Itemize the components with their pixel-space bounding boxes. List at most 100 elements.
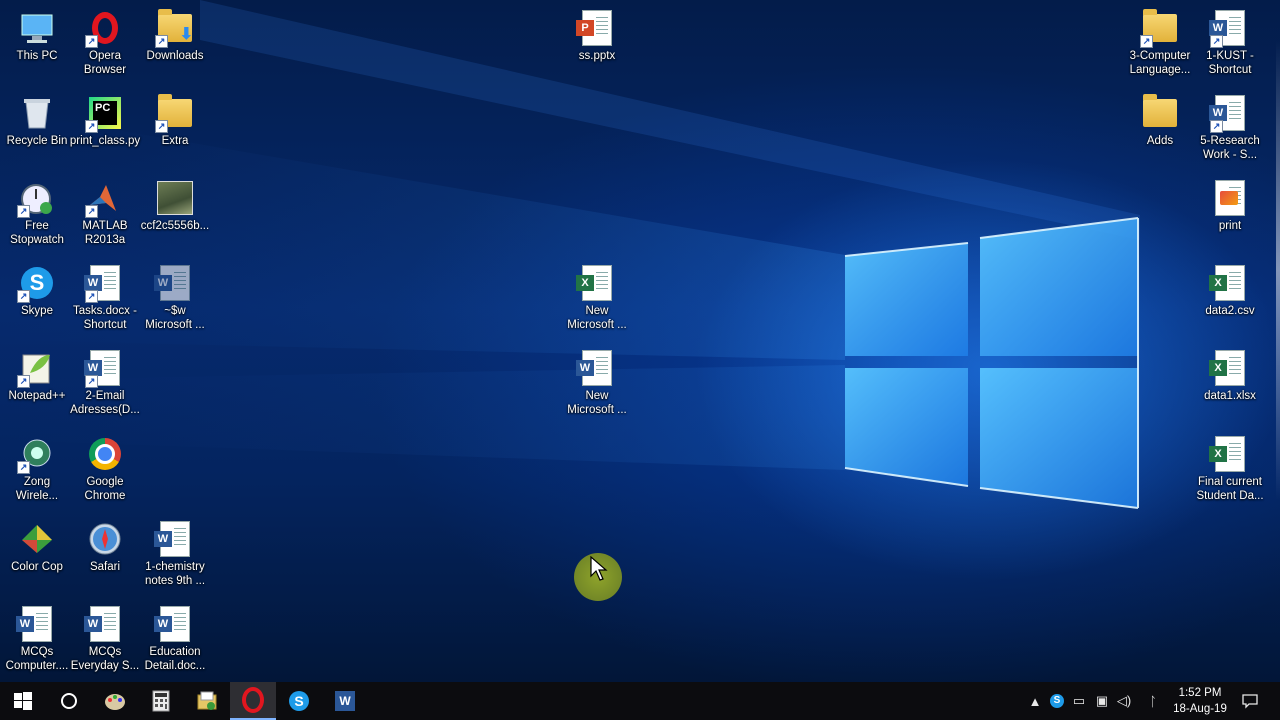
icon-label: MCQs Computer.... (5, 646, 69, 672)
desktop-icon-new-excel[interactable]: X New Microsoft ... (560, 259, 634, 341)
desktop-icon-ccf-image[interactable]: ccf2c5556b... (138, 174, 212, 256)
desktop-icon-print[interactable]: print (1193, 174, 1267, 256)
shortcut-arrow-icon: ↗ (17, 375, 30, 388)
taskbar-skype-app[interactable]: S (276, 682, 322, 720)
taskbar: S W ▲ S ▭ ▣ ◁) ᛚ 1:52 PM 18-Aug-19 (0, 682, 1280, 720)
icon-label: Safari (89, 561, 121, 573)
word-document-icon: W (16, 606, 55, 642)
desktop-icon-google-chrome[interactable]: Google Chrome (68, 430, 142, 512)
start-button[interactable] (0, 682, 46, 720)
icon-label: Color Cop (11, 561, 63, 573)
windows-start-icon (14, 692, 32, 710)
icon-label: print (1218, 220, 1242, 232)
desktop-icon-computer-language[interactable]: ↗ 3-Computer Language... (1123, 4, 1197, 86)
shortcut-arrow-icon: ↗ (17, 205, 30, 218)
desktop-icon-downloads[interactable]: ⬇ ↗ Downloads (138, 4, 212, 86)
notepadpp-icon: ↗ (17, 350, 55, 388)
icon-label: New Microsoft ... (567, 390, 627, 416)
opera-icon (242, 687, 264, 713)
word-document-icon: W ↗ (84, 350, 123, 388)
shortcut-arrow-icon: ↗ (85, 290, 98, 303)
excel-document-icon: X (1209, 436, 1248, 472)
desktop-icon-education-detail[interactable]: W Education Detail.doc... (138, 600, 212, 682)
taskbar-file-manager-app[interactable] (184, 682, 230, 720)
desktop-icon-free-stopwatch[interactable]: ↗ Free Stopwatch (0, 174, 74, 256)
desktop-icon-skype[interactable]: S ↗ Skype (0, 259, 74, 341)
desktop-icon-opera[interactable]: ↗ Opera Browser (68, 4, 142, 86)
folder-icon: ↗ (155, 94, 193, 133)
desktop-icon-data1-xlsx[interactable]: X data1.xlsx (1193, 344, 1267, 426)
desktop-icon-tmp-word[interactable]: W ~$w Microsoft ... (138, 259, 212, 341)
shortcut-arrow-icon: ↗ (85, 375, 98, 388)
desktop-icon-tasks-docx[interactable]: W ↗ Tasks.docx - Shortcut (68, 259, 142, 341)
icon-label: MATLAB R2013a (82, 220, 128, 246)
desktop-icon-data2-csv[interactable]: X data2.csv (1193, 259, 1267, 341)
folder-icon (1142, 94, 1178, 131)
word-document-icon: W (154, 521, 193, 557)
stopwatch-icon: ↗ (17, 180, 55, 218)
taskbar-opera-app[interactable] (230, 682, 276, 720)
powerpoint-document-icon: P (576, 10, 615, 46)
icon-label: Tasks.docx - Shortcut (73, 305, 137, 331)
icon-label: Adds (1146, 135, 1174, 147)
word-document-icon: W ↗ (84, 265, 123, 303)
desktop-icon-extra[interactable]: ↗ Extra (138, 89, 212, 171)
taskbar-calculator-app[interactable] (138, 682, 184, 720)
icon-label: ss.pptx (578, 50, 616, 62)
taskbar-paint-app[interactable] (92, 682, 138, 720)
icon-label: data1.xlsx (1204, 390, 1256, 402)
tray-skype-icon[interactable]: S (1048, 692, 1066, 710)
safari-icon (87, 521, 123, 557)
chrome-icon (87, 436, 123, 472)
shortcut-arrow-icon: ↗ (85, 35, 98, 48)
desktop-icon-notepadpp[interactable]: ↗ Notepad++ (0, 344, 74, 426)
desktop-icon-research-work[interactable]: W ↗ 5-Research Work - S... (1193, 89, 1267, 171)
icon-label: Free Stopwatch (10, 220, 64, 246)
desktop-icon-mcqs-computer[interactable]: W MCQs Computer.... (0, 600, 74, 682)
desktop-icon-zong[interactable]: ↗ Zong Wirele... (0, 430, 74, 512)
icon-label: Skype (21, 305, 53, 317)
system-clock[interactable]: 1:52 PM 18-Aug-19 (1166, 685, 1234, 717)
cortana-circle-icon (61, 693, 77, 709)
down-arrow-icon: ⬇ (179, 26, 193, 43)
shortcut-arrow-icon: ↗ (17, 290, 30, 303)
input-language-icon[interactable]: ᛚ (1144, 692, 1162, 710)
word-document-icon: W ↗ (1209, 95, 1248, 133)
desktop-icon-safari[interactable]: Safari (68, 515, 142, 597)
battery-power-icon[interactable]: ▭ (1070, 692, 1088, 710)
recycle-bin-icon (19, 95, 55, 131)
desktop-icon-ss-pptx[interactable]: P ss.pptx (560, 4, 634, 86)
desktop-icon-email-addresses[interactable]: W ↗ 2-Email Adresses(D... (68, 344, 142, 426)
shortcut-arrow-icon: ↗ (1210, 120, 1223, 133)
icon-label: Final current Student Da... (1196, 476, 1264, 502)
desktop-icon-kust[interactable]: W ↗ 1-KUST - Shortcut (1193, 4, 1267, 86)
taskbar-word-app[interactable]: W (322, 682, 368, 720)
show-hidden-icons-chevron-up-icon[interactable]: ▲ (1026, 692, 1044, 710)
icon-label: Recycle Bin (6, 135, 68, 147)
paint-palette-icon (105, 694, 125, 710)
desktop-icon-new-word[interactable]: W New Microsoft ... (560, 344, 634, 426)
downloads-folder-icon: ⬇ ↗ (155, 9, 193, 48)
icon-label: 5-Research Work - S... (1200, 135, 1260, 161)
cortana-button[interactable] (46, 682, 92, 720)
desktop-icon-matlab[interactable]: ↗ MATLAB R2013a (68, 174, 142, 256)
desktop-icon-this-pc[interactable]: This PC (0, 4, 74, 86)
desktop-icon-chemistry-notes[interactable]: W 1-chemistry notes 9th ... (138, 515, 212, 597)
desktop-icon-color-cop[interactable]: Color Cop (0, 515, 74, 597)
desktop-icon-mcqs-everyday[interactable]: W MCQs Everyday S... (68, 600, 142, 682)
desktop-icon-adds[interactable]: Adds (1123, 89, 1197, 171)
word-icon: W (335, 691, 355, 711)
desktop-icon-print-class-py[interactable]: PC ↗ print_class.py (68, 89, 142, 171)
shortcut-arrow-icon: ↗ (17, 461, 30, 474)
desktop-icon-final-current[interactable]: X Final current Student Da... (1193, 430, 1267, 512)
network-icon[interactable]: ▣ (1093, 692, 1111, 710)
desktop-icon-recycle-bin[interactable]: Recycle Bin (0, 89, 74, 171)
word-document-icon: W (576, 350, 615, 386)
icon-label: ccf2c5556b... (140, 220, 210, 232)
desktop[interactable]: This PC Recycle Bin ↗ Free Stopwatch S ↗… (0, 0, 1280, 682)
clock-time: 1:52 PM (1178, 687, 1222, 699)
action-center-notifications-icon[interactable] (1241, 692, 1259, 710)
word-document-icon: W (154, 606, 193, 642)
clock-date: 18-Aug-19 (1173, 703, 1227, 715)
volume-speaker-icon[interactable]: ◁) (1115, 692, 1133, 710)
